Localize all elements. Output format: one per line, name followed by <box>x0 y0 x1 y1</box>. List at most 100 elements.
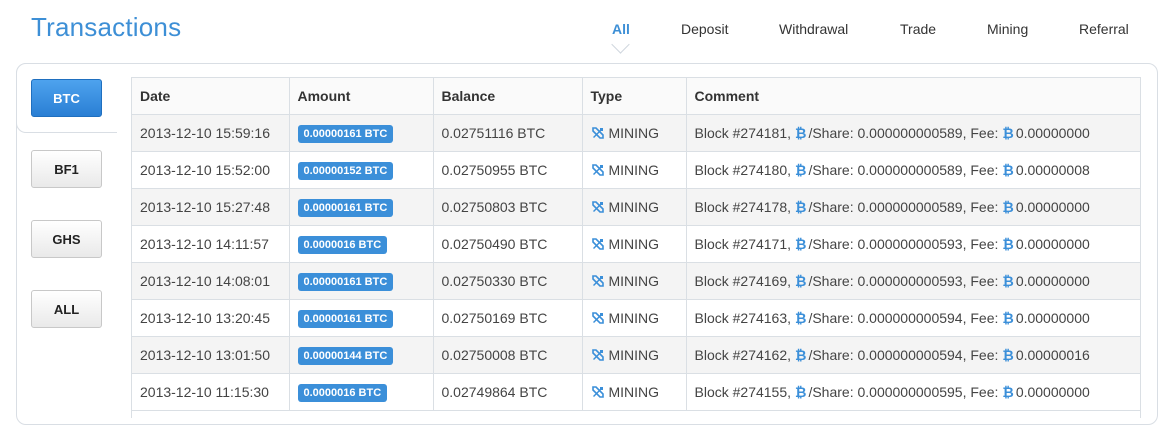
comment-block: Block #274155, <box>694 384 792 400</box>
comment-fee: 0.00000016 <box>1015 347 1090 363</box>
comment-fee-label: Fee: <box>970 384 999 400</box>
cell-balance: 0.02750008 BTC <box>433 336 583 374</box>
currency-tab-all[interactable]: ALL <box>31 290 102 328</box>
tab-mining[interactable]: Mining <box>987 19 1028 43</box>
bitcoin-icon: ₿ <box>1002 347 1014 363</box>
cell-amount: 0.00000161 BTC <box>289 262 434 300</box>
tab-all[interactable]: All <box>612 19 630 43</box>
cell-amount: 0.00000152 BTC <box>289 151 434 189</box>
comment-fee: 0.00000000 <box>1015 125 1090 141</box>
cell-type: MINING <box>582 262 687 300</box>
bitcoin-icon: ₿ <box>795 162 807 178</box>
tab-withdrawal[interactable]: Withdrawal <box>779 19 848 43</box>
mining-tools-icon <box>591 126 605 140</box>
header-balance[interactable]: Balance <box>433 78 583 115</box>
mining-tools-icon <box>591 311 605 325</box>
tab-trade[interactable]: Trade <box>900 19 936 43</box>
cell-balance: 0.02750490 BTC <box>433 225 583 263</box>
table-row: 2013-12-10 14:11:57 0.0000016 BTC 0.027504… <box>132 225 1140 263</box>
cell-type: MINING <box>582 225 687 263</box>
amount-badge: 0.00000152 BTC <box>297 161 394 180</box>
filter-tabs: All Deposit Withdrawal Trade Mining Refe… <box>0 19 1169 55</box>
type-label: MINING <box>608 310 660 326</box>
comment-fee-label: Fee: <box>970 199 999 215</box>
currency-tab-ghs[interactable]: GHS <box>31 220 102 258</box>
type-label: MINING <box>608 236 660 252</box>
comment-fee: 0.00000000 <box>1015 199 1090 215</box>
cell-comment: Block #274180, ₿/Share: 0.000000000589, F… <box>686 151 1140 189</box>
comment-fee-label: Fee: <box>970 236 999 252</box>
cell-comment: Block #274162, ₿/Share: 0.000000000594, F… <box>686 336 1140 374</box>
comment-share: /Share: 0.000000000589, <box>808 162 967 178</box>
cell-type: MINING <box>582 373 687 411</box>
currency-tab-btc[interactable]: BTC <box>31 79 102 117</box>
comment-fee-label: Fee: <box>970 125 999 141</box>
table-row: 2013-12-10 15:59:16 0.00000161 BTC 0.02751… <box>132 114 1140 152</box>
currency-tab-bf1[interactable]: BF1 <box>31 150 102 188</box>
comment-fee: 0.00000000 <box>1015 384 1090 400</box>
bitcoin-icon: ₿ <box>795 347 807 363</box>
comment-block: Block #274171, <box>694 236 792 252</box>
amount-badge: 0.00000161 BTC <box>297 124 394 143</box>
cell-comment: Block #274169, ₿/Share: 0.000000000593, F… <box>686 262 1140 300</box>
cell-balance: 0.02750803 BTC <box>433 188 583 226</box>
cell-amount: 0.00000161 BTC <box>289 188 434 226</box>
bitcoin-icon: ₿ <box>1002 125 1014 141</box>
cell-date: 2013-12-10 13:20:45 <box>132 299 290 337</box>
comment-block: Block #274163, <box>694 310 792 326</box>
bitcoin-icon: ₿ <box>795 236 807 252</box>
amount-badge: 0.0000016 BTC <box>297 235 388 254</box>
comment-share: /Share: 0.000000000593, <box>808 273 967 289</box>
comment-fee-label: Fee: <box>970 273 999 289</box>
type-label: MINING <box>608 199 660 215</box>
bitcoin-icon: ₿ <box>795 125 807 141</box>
cell-amount: 0.00000161 BTC <box>289 299 434 337</box>
comment-share: /Share: 0.000000000594, <box>808 347 967 363</box>
header-date[interactable]: Date <box>132 78 290 115</box>
cell-comment: Block #274178, ₿/Share: 0.000000000589, F… <box>686 188 1140 226</box>
header-amount[interactable]: Amount <box>289 78 434 115</box>
cell-type: MINING <box>582 114 687 152</box>
cell-balance: 0.02750955 BTC <box>433 151 583 189</box>
mining-tools-icon <box>591 348 605 362</box>
amount-badge: 0.00000161 BTC <box>297 272 394 291</box>
bitcoin-icon: ₿ <box>795 273 807 289</box>
comment-block: Block #274180, <box>694 162 792 178</box>
type-label: MINING <box>608 162 660 178</box>
tab-deposit[interactable]: Deposit <box>681 19 728 43</box>
cell-comment: Block #274163, ₿/Share: 0.000000000594, F… <box>686 299 1140 337</box>
comment-block: Block #274162, <box>694 347 792 363</box>
mining-tools-icon <box>591 237 605 251</box>
header-type[interactable]: Type <box>582 78 687 115</box>
cell-type: MINING <box>582 151 687 189</box>
type-label: MINING <box>608 347 660 363</box>
mining-tools-icon <box>591 274 605 288</box>
comment-fee: 0.00000000 <box>1015 310 1090 326</box>
header-comment[interactable]: Comment <box>686 78 1140 115</box>
bitcoin-icon: ₿ <box>795 199 807 215</box>
bitcoin-icon: ₿ <box>1002 199 1014 215</box>
cell-date: 2013-12-10 15:52:00 <box>132 151 290 189</box>
bitcoin-icon: ₿ <box>1002 236 1014 252</box>
comment-fee: 0.00000008 <box>1015 162 1090 178</box>
cell-type: MINING <box>582 336 687 374</box>
transactions-table: Date Amount Balance Type Comment 2013-12… <box>132 78 1140 411</box>
amount-badge: 0.00000144 BTC <box>297 346 394 365</box>
cell-date: 2013-12-10 14:11:57 <box>132 225 290 263</box>
comment-block: Block #274181, <box>694 125 792 141</box>
table-row: 2013-12-10 14:08:01 0.00000161 BTC 0.02750… <box>132 262 1140 300</box>
cell-balance: 0.02749864 BTC <box>433 373 583 411</box>
cell-amount: 0.00000144 BTC <box>289 336 434 374</box>
type-label: MINING <box>608 125 660 141</box>
cell-amount: 0.00000161 BTC <box>289 114 434 152</box>
cell-balance: 0.02751116 BTC <box>433 114 583 152</box>
comment-block: Block #274178, <box>694 199 792 215</box>
comment-fee-label: Fee: <box>970 347 999 363</box>
tab-referral[interactable]: Referral <box>1079 19 1129 43</box>
amount-badge: 0.0000016 BTC <box>297 383 388 402</box>
transactions-table-wrap: Date Amount Balance Type Comment 2013-12… <box>131 77 1141 418</box>
cell-amount: 0.0000016 BTC <box>289 225 434 263</box>
mining-tools-icon <box>591 200 605 214</box>
table-row: 2013-12-10 11:15:30 0.0000016 BTC 0.027498… <box>132 373 1140 411</box>
comment-share: /Share: 0.000000000593, <box>808 236 967 252</box>
